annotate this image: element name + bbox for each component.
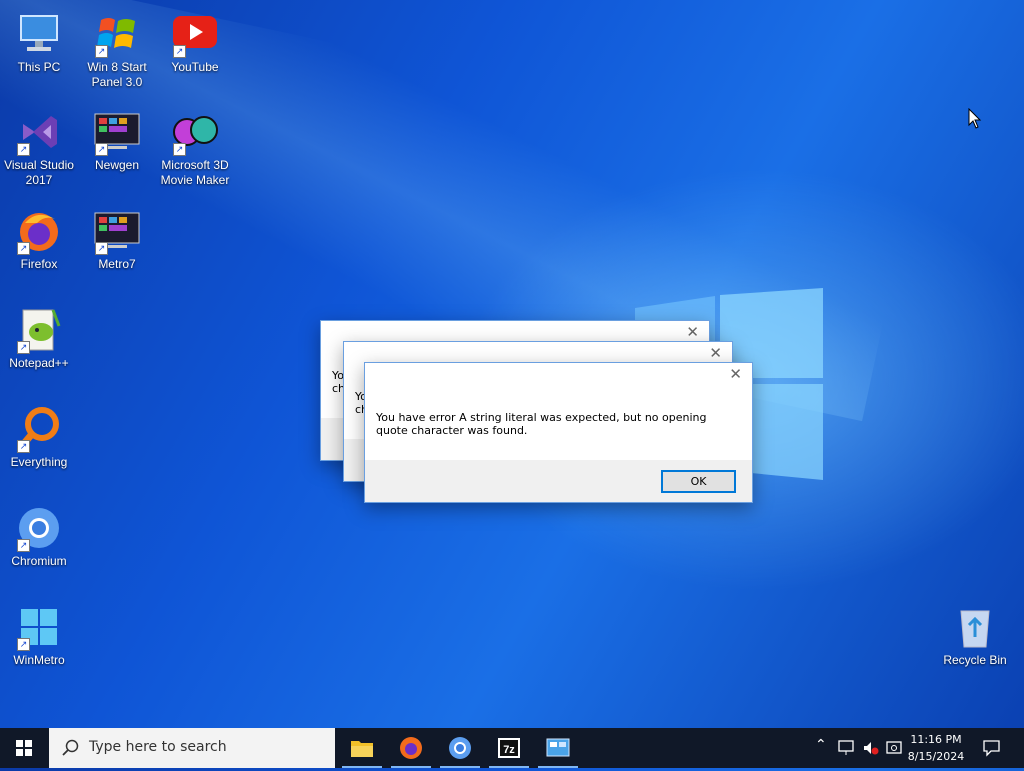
notifications-icon[interactable] (982, 739, 1002, 757)
desktop-icon-youtube[interactable]: ↗ YouTube (156, 10, 234, 75)
desktop-icon-winmetro[interactable]: ↗ WinMetro (0, 603, 78, 668)
shortcut-arrow-icon: ↗ (95, 143, 108, 156)
shortcut-arrow-icon: ↗ (17, 539, 30, 552)
shortcut-arrow-icon: ↗ (17, 242, 30, 255)
taskbar-app-firefox[interactable] (387, 728, 435, 768)
desktop-icon-recycle-bin[interactable]: Recycle Bin (936, 603, 1014, 668)
taskbar-app-chromium[interactable] (436, 728, 484, 768)
ok-button[interactable]: OK (661, 470, 736, 493)
shortcut-arrow-icon: ↗ (173, 45, 186, 58)
7zip-icon: 7z (498, 738, 520, 758)
search-icon (62, 739, 79, 756)
icon-label: This PC (17, 60, 61, 74)
shortcut-arrow-icon: ↗ (95, 242, 108, 255)
shortcut-arrow-icon: ↗ (17, 440, 30, 453)
shortcut-arrow-icon: ↗ (95, 45, 108, 58)
clock-date: 8/15/2024 (907, 750, 965, 763)
desktop-icon-visual-studio[interactable]: ↗ Visual Studio 2017 (0, 108, 78, 188)
taskbar-app-7zip[interactable]: 7z (485, 728, 533, 768)
start-button[interactable] (0, 728, 48, 768)
shortcut-arrow-icon: ↗ (17, 638, 30, 651)
icon-label: Microsoft 3D (161, 158, 229, 172)
dialog-footer: OK (365, 460, 752, 502)
desktop-icon-everything[interactable]: ↗ Everything (0, 405, 78, 470)
windows-start-icon (16, 740, 32, 756)
icon-label: Firefox (20, 257, 58, 271)
icon-label: Metro7 (98, 257, 136, 271)
chevron-up-icon[interactable]: ⌃ (815, 737, 827, 753)
desktop-icon-chromium[interactable]: ↗ Chromium (0, 504, 78, 569)
error-dialog-front[interactable]: ✕ You have error A string literal was ex… (364, 362, 753, 503)
desktop-icon-metro7[interactable]: ↗ Metro7 (78, 207, 156, 272)
system-tray: ⌃ (812, 728, 912, 768)
chromium-icon (449, 737, 471, 759)
icon-label-line2: Panel 3.0 (91, 75, 143, 89)
firefox-icon (400, 737, 422, 759)
desktop-icon-notepad-plus-plus[interactable]: ↗ Notepad++ (0, 306, 78, 371)
icon-label: Win 8 Start (87, 60, 147, 74)
dialog-message: You have error A string literal was expe… (376, 411, 707, 437)
desktop-icon-firefox[interactable]: ↗ Firefox (0, 207, 78, 272)
clock-time: 11:16 PM (910, 733, 962, 746)
icon-label: YouTube (171, 60, 219, 74)
search-placeholder: Type here to search (89, 739, 227, 755)
control-panel-icon (546, 738, 570, 757)
shortcut-arrow-icon: ↗ (173, 143, 186, 156)
shortcut-arrow-icon: ↗ (17, 341, 30, 354)
icon-label-line2: Movie Maker (160, 173, 230, 187)
monitor-icon (20, 15, 58, 51)
icon-label: Visual Studio (4, 158, 74, 172)
desktop-icon-this-pc[interactable]: This PC (0, 10, 78, 75)
action-center-alert-icon[interactable] (886, 740, 904, 756)
desktop-icon-newgen[interactable]: ↗ Newgen (78, 108, 156, 173)
taskbar: Type here to search 7z ⌃ 11:16 PM 8/15/2… (0, 728, 1024, 768)
icon-label: Notepad++ (9, 356, 69, 370)
icon-label: Recycle Bin (943, 653, 1007, 667)
network-icon[interactable] (838, 740, 856, 756)
svg-text:7z: 7z (503, 744, 515, 756)
desktop-icon-3d-movie-maker[interactable]: ↗ Microsoft 3D Movie Maker (156, 108, 234, 188)
icon-label: WinMetro (13, 653, 65, 667)
folder-icon (351, 741, 373, 757)
icon-label: Everything (10, 455, 68, 469)
taskbar-search-box[interactable]: Type here to search (49, 728, 335, 768)
icon-label-line2: 2017 (25, 173, 53, 187)
volume-muted-icon[interactable] (862, 740, 880, 756)
taskbar-app-control-panel[interactable] (534, 728, 582, 768)
shortcut-arrow-icon: ↗ (17, 143, 30, 156)
close-icon[interactable]: ✕ (686, 323, 699, 341)
icon-label: Chromium (11, 554, 67, 568)
desktop-icon-win8-start-panel[interactable]: ↗ Win 8 Start Panel 3.0 (78, 10, 156, 90)
mouse-cursor-icon (968, 108, 982, 129)
icon-label: Newgen (94, 158, 140, 172)
taskbar-clock[interactable]: 11:16 PM 8/15/2024 (906, 731, 966, 765)
close-icon[interactable]: ✕ (729, 365, 742, 383)
close-icon[interactable]: ✕ (709, 344, 722, 362)
taskbar-app-file-explorer[interactable] (338, 728, 386, 768)
recycle-bin-icon (960, 610, 990, 648)
